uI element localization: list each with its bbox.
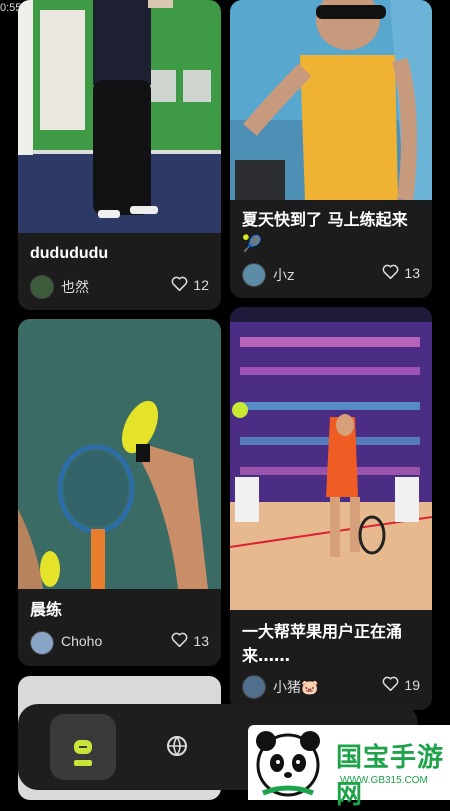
like-count-text: 13 bbox=[404, 265, 420, 281]
post-card-1[interactable]: dudududu 也然 12 bbox=[18, 0, 221, 310]
post-author[interactable]: 小z bbox=[273, 265, 294, 285]
post-meta: 也然 12 bbox=[30, 275, 209, 299]
post-image bbox=[18, 0, 221, 233]
post-card-3[interactable]: 晨练 Choho 13 bbox=[18, 319, 221, 666]
post-meta: 小z 13 bbox=[242, 263, 420, 287]
post-image bbox=[230, 307, 432, 610]
avatar[interactable] bbox=[30, 275, 54, 299]
globe-icon bbox=[167, 736, 187, 756]
watermark: 国宝手游网 WWW.GB315.COM bbox=[248, 725, 450, 810]
post-meta: Choho 13 bbox=[30, 631, 209, 655]
post-author[interactable]: 也然 bbox=[61, 277, 89, 297]
nav-explore-tab[interactable] bbox=[166, 735, 188, 761]
heart-icon[interactable] bbox=[382, 264, 399, 282]
post-title: 一大帮苹果用户正在涌来…… bbox=[242, 622, 403, 665]
panda-logo bbox=[256, 731, 320, 797]
watermark-url: WWW.GB315.COM bbox=[340, 775, 428, 786]
home-icon bbox=[74, 740, 92, 766]
post-author[interactable]: Choho bbox=[61, 633, 102, 649]
post-author[interactable]: 小猪🐷 bbox=[273, 677, 318, 697]
avatar[interactable] bbox=[242, 263, 266, 287]
like-count[interactable]: 13 bbox=[171, 632, 209, 650]
avatar[interactable] bbox=[242, 675, 266, 699]
like-count-text: 12 bbox=[193, 277, 209, 293]
like-count[interactable]: 13 bbox=[382, 264, 420, 282]
like-count-text: 13 bbox=[193, 633, 209, 649]
nav-home-tab[interactable] bbox=[50, 714, 116, 780]
post-meta: 小猪🐷 19 bbox=[242, 675, 420, 699]
like-count[interactable]: 12 bbox=[171, 276, 209, 294]
heart-icon[interactable] bbox=[382, 676, 399, 694]
heart-icon[interactable] bbox=[171, 632, 188, 650]
like-count-text: 19 bbox=[404, 677, 420, 693]
post-image bbox=[230, 0, 432, 201]
post-card-2[interactable]: 夏天快到了 马上练起来🎾 小z 13 bbox=[230, 0, 432, 298]
avatar[interactable] bbox=[30, 631, 54, 655]
heart-icon[interactable] bbox=[171, 276, 188, 294]
post-card-4[interactable]: 一大帮苹果用户正在涌来…… 小猪🐷 19 bbox=[230, 307, 432, 710]
post-title: 夏天快到了 马上练起来🎾 bbox=[242, 210, 408, 253]
like-count[interactable]: 19 bbox=[382, 676, 420, 694]
post-title: dudududu bbox=[30, 245, 109, 262]
post-title: 晨练 bbox=[30, 600, 63, 619]
post-image bbox=[18, 319, 221, 589]
